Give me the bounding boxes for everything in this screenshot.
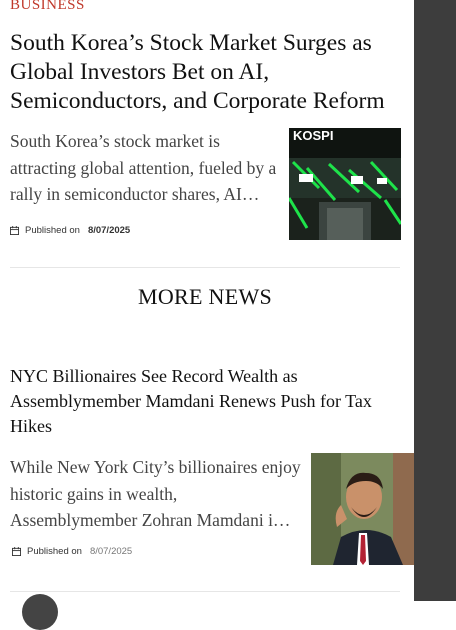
article-headline[interactable]: NYC Billionaires See Record Wealth as As… xyxy=(10,364,400,439)
published-date: 8/07/2025 xyxy=(87,225,131,236)
published-date: 8/07/2025 xyxy=(89,546,133,557)
article-meta: Published on 8/07/2025 xyxy=(12,546,132,557)
divider xyxy=(10,267,400,268)
published-label: Published on xyxy=(25,225,80,236)
person-photo-icon xyxy=(311,453,414,565)
article-excerpt: South Korea’s stock market is attracting… xyxy=(10,131,277,204)
stock-board-photo-icon: KOSPI xyxy=(289,128,401,240)
divider xyxy=(10,591,400,592)
article-thumbnail[interactable] xyxy=(311,453,414,565)
category-link[interactable]: BUSINESS xyxy=(10,0,85,14)
article-headline[interactable]: South Korea’s Stock Market Surges as Glo… xyxy=(10,29,408,116)
calendar-icon xyxy=(10,226,19,235)
calendar-icon xyxy=(12,547,21,556)
article-excerpt: While New York City’s billionaires enjoy… xyxy=(10,457,301,530)
article-thumbnail[interactable]: KOSPI xyxy=(289,128,401,240)
avatar xyxy=(22,594,58,630)
article-meta: Published on 8/07/2025 xyxy=(10,225,130,236)
section-title: MORE NEWS xyxy=(137,284,273,309)
published-label: Published on xyxy=(27,546,82,557)
scrollbar[interactable] xyxy=(414,0,456,601)
board-text: KOSPI xyxy=(293,128,333,143)
